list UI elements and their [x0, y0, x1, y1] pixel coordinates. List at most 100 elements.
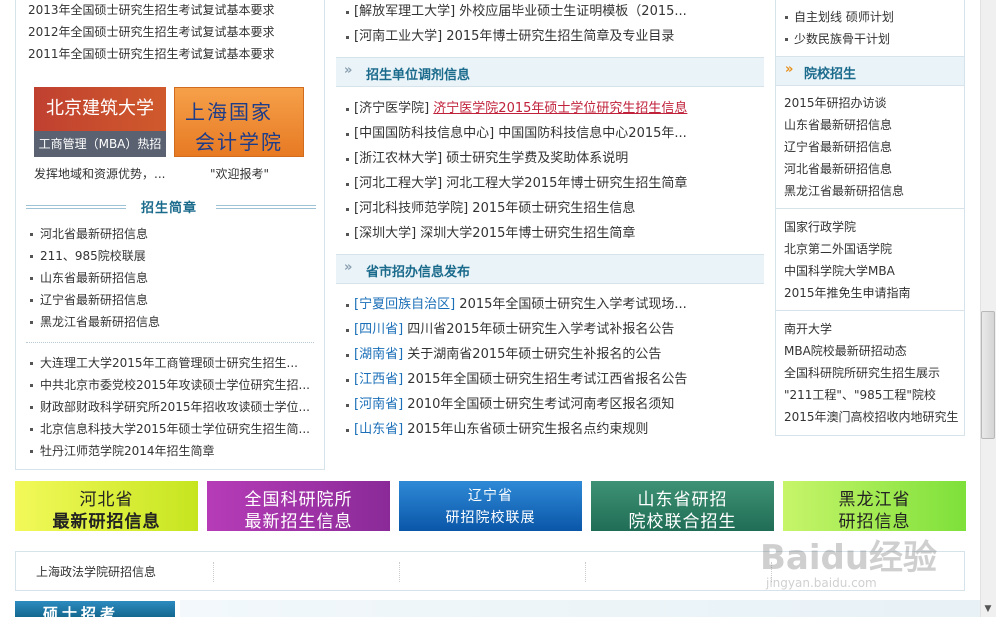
shandong-banner[interactable]: 山东省研招 院校联合招生: [591, 481, 774, 532]
item-text[interactable]: 2015年全国硕士研究生招生考试江西省报名公告: [407, 372, 687, 387]
item-text[interactable]: 外校应届毕业硕士生证明模板（2015...: [459, 4, 686, 19]
item-tag[interactable]: [宁夏回族自治区]: [354, 297, 455, 312]
list-item[interactable]: 2015年推免生申请指南: [784, 282, 911, 304]
list-item[interactable]: 211、985院校联展: [26, 245, 318, 267]
item-tag[interactable]: [浙江农林大学]: [354, 151, 442, 166]
list-item[interactable]: 北京信息科技大学2015年硕士学位研究生招生简...: [26, 418, 318, 440]
item-text[interactable]: 四川省2015年硕士研究生入学考试补报名公告: [407, 322, 674, 337]
item-tag[interactable]: [山东省]: [354, 422, 403, 437]
item-tag[interactable]: [河南工业大学]: [354, 29, 442, 44]
scroll-down-arrow-icon[interactable]: ▼: [981, 601, 995, 617]
list-item[interactable]: 全国科研院所研究生招生展示: [784, 362, 959, 384]
list-item[interactable]: 辽宁省最新研招信息: [784, 136, 904, 158]
hebei-banner[interactable]: 河北省 最新研招信息: [15, 481, 198, 532]
list-item[interactable]: [中国国防科技信息中心] 中国国防科技信息中心2015年...: [344, 121, 764, 146]
list-item[interactable]: 辽宁省最新研招信息: [26, 289, 318, 311]
list-item[interactable]: 自主划线 硕师计划: [784, 6, 894, 28]
list-item[interactable]: 2015年澳门高校招收内地研究生: [784, 406, 959, 428]
list-item[interactable]: 2015年研招办访谈: [784, 92, 904, 114]
item-text[interactable]: 中国国防科技信息中心2015年...: [498, 126, 686, 141]
item-text[interactable]: 2010年全国硕士研究生考试河南考区报名须知: [407, 397, 674, 412]
list-item[interactable]: [河南省] 2010年全国硕士研究生考试河南考区报名须知: [344, 392, 764, 417]
list-item[interactable]: MBA院校最新研招动态: [784, 340, 959, 362]
item-tag[interactable]: [河南省]: [354, 397, 403, 412]
list-item[interactable]: [四川省] 四川省2015年硕士研究生入学考试补报名公告: [344, 317, 764, 342]
watermark-logo: Baidu经验: [760, 538, 938, 578]
item-text[interactable]: 2015年硕士研究生招生信息: [472, 201, 635, 216]
list-item[interactable]: 河北省最新研招信息: [784, 158, 904, 180]
list-item[interactable]: [山东省] 2015年山东省硕士研究生报名点约束规则: [344, 417, 764, 442]
link-bar-item[interactable]: 上海政法学院研招信息: [36, 563, 156, 580]
item-tag[interactable]: [深圳大学]: [354, 226, 416, 241]
item-tag[interactable]: [济宁医学院]: [354, 101, 429, 116]
research-institutes-banner[interactable]: 全国科研院所 最新招生信息: [207, 481, 390, 532]
left-top-link[interactable]: 2012年全国硕士研究生招生考试复试基本要求: [28, 23, 275, 40]
left-top-link[interactable]: 2013年全国硕士研究生招生考试复试基本要求: [28, 1, 275, 18]
item-text[interactable]: 关于湖南省2015年硕士研究生补报名的公告: [407, 347, 661, 362]
double-chevron-icon: »: [785, 62, 794, 77]
banner-line1: 上海国家: [185, 100, 273, 124]
scrollbar-thumb[interactable]: [981, 311, 995, 439]
list-item[interactable]: [河北工程大学] 河北工程大学2015年博士研究生招生简章: [344, 171, 764, 196]
list-item[interactable]: 国家行政学院: [784, 216, 911, 238]
banner-line2: 院校联合招生: [628, 512, 737, 532]
list-item[interactable]: 黑龙江省最新研招信息: [26, 311, 318, 333]
bjzu-mba-banner[interactable]: 北京建筑大学 工商管理（MBA）热招: [34, 87, 166, 157]
divider: [776, 310, 964, 311]
item-text[interactable]: 2015年山东省硕士研究生报名点约束规则: [407, 422, 648, 437]
item-tag[interactable]: [河北科技师范学院]: [354, 201, 468, 216]
banner-line1: 辽宁省: [468, 488, 513, 504]
list-item[interactable]: 少数民族骨干计划: [784, 28, 894, 50]
list-item[interactable]: 黑龙江省最新研招信息: [784, 180, 904, 202]
provincial-list: [宁夏回族自治区] 2015年全国硕士研究生入学考试现场... [四川省] 四川…: [344, 292, 764, 442]
list-item[interactable]: 牡丹江师范学院2014年招生简章: [26, 440, 318, 462]
list-item[interactable]: [江西省] 2015年全国硕士研究生招生考试江西省报名公告: [344, 367, 764, 392]
list-item[interactable]: [湖南省] 关于湖南省2015年硕士研究生补报名的公告: [344, 342, 764, 367]
heilongjiang-banner[interactable]: 黑龙江省 研招信息: [783, 481, 966, 532]
list-item[interactable]: [济宁医学院] 济宁医学院2015年硕士学位研究生招生信息: [344, 96, 764, 121]
snai-banner[interactable]: 上海国家 会计学院: [174, 87, 304, 157]
item-text[interactable]: 济宁医学院2015年硕士学位研究生招生信息: [433, 101, 687, 116]
list-item[interactable]: 山东省最新研招信息: [26, 267, 318, 289]
left-top-link[interactable]: 2011年全国硕士研究生招生考试复试基本要求: [28, 45, 275, 62]
banner1-caption[interactable]: 发挥地域和资源优势，...: [34, 165, 165, 182]
item-text[interactable]: 2015年博士研究生招生简章及专业目录: [446, 29, 674, 44]
item-tag[interactable]: [解放军理工大学]: [354, 4, 455, 19]
liaoning-banner[interactable]: 辽宁省 研招院校联展: [399, 481, 582, 531]
vertical-scrollbar[interactable]: [980, 0, 996, 617]
item-tag[interactable]: [河北工程大学]: [354, 176, 442, 191]
list-item[interactable]: 山东省最新研招信息: [784, 114, 904, 136]
section-title: 院校招生: [804, 67, 857, 82]
item-tag[interactable]: [四川省]: [354, 322, 403, 337]
school-group-2: 国家行政学院 北京第二外国语学院 中国科学院大学MBA 2015年推免生申请指南: [784, 216, 911, 304]
section-deco-strip: [180, 600, 980, 617]
list-item[interactable]: "211工程"、"985工程"院校: [784, 384, 959, 406]
header-deco: [26, 203, 126, 209]
list-item[interactable]: 南开大学: [784, 318, 959, 340]
list-item[interactable]: 大连理工大学2015年工商管理硕士研究生招生...: [26, 352, 318, 374]
list-item[interactable]: [河南工业大学] 2015年博士研究生招生简章及专业目录: [344, 24, 764, 49]
item-text[interactable]: 河北工程大学2015年博士研究生招生简章: [446, 176, 687, 191]
item-tag[interactable]: [湖南省]: [354, 347, 403, 362]
item-text[interactable]: 深圳大学2015年博士研究生招生简章: [420, 226, 635, 241]
list-item[interactable]: 河北省最新研招信息: [26, 223, 318, 245]
list-item[interactable]: 中国科学院大学MBA: [784, 260, 911, 282]
list-item[interactable]: 财政部财政科学研究所2015年招收攻读硕士学位...: [26, 396, 318, 418]
list-item[interactable]: [宁夏回族自治区] 2015年全国硕士研究生入学考试现场...: [344, 292, 764, 317]
section-title: 招生简章: [141, 201, 198, 216]
list-item[interactable]: [解放军理工大学] 外校应届毕业硕士生证明模板（2015...: [344, 0, 764, 24]
item-tag[interactable]: [江西省]: [354, 372, 403, 387]
item-text[interactable]: 2015年全国硕士研究生入学考试现场...: [459, 297, 686, 312]
masters-exam-tab[interactable]: 硕士招考: [15, 601, 175, 617]
banner2-caption[interactable]: "欢迎报考": [210, 165, 269, 182]
list-item[interactable]: [河北科技师范学院] 2015年硕士研究生招生信息: [344, 196, 764, 221]
adjustment-list: [济宁医学院] 济宁医学院2015年硕士学位研究生招生信息 [中国国防科技信息中…: [344, 96, 764, 246]
item-tag[interactable]: [中国国防科技信息中心]: [354, 126, 494, 141]
divider: [213, 562, 214, 582]
list-item[interactable]: 北京第二外国语学院: [784, 238, 911, 260]
list-item[interactable]: [浙江农林大学] 硕士研究生学费及奖助体系说明: [344, 146, 764, 171]
list-item[interactable]: 中共北京市委党校2015年攻读硕士学位研究生招...: [26, 374, 318, 396]
item-text[interactable]: 硕士研究生学费及奖助体系说明: [446, 151, 628, 166]
list-item[interactable]: [深圳大学] 深圳大学2015年博士研究生招生简章: [344, 221, 764, 246]
double-chevron-icon: »: [344, 260, 353, 275]
